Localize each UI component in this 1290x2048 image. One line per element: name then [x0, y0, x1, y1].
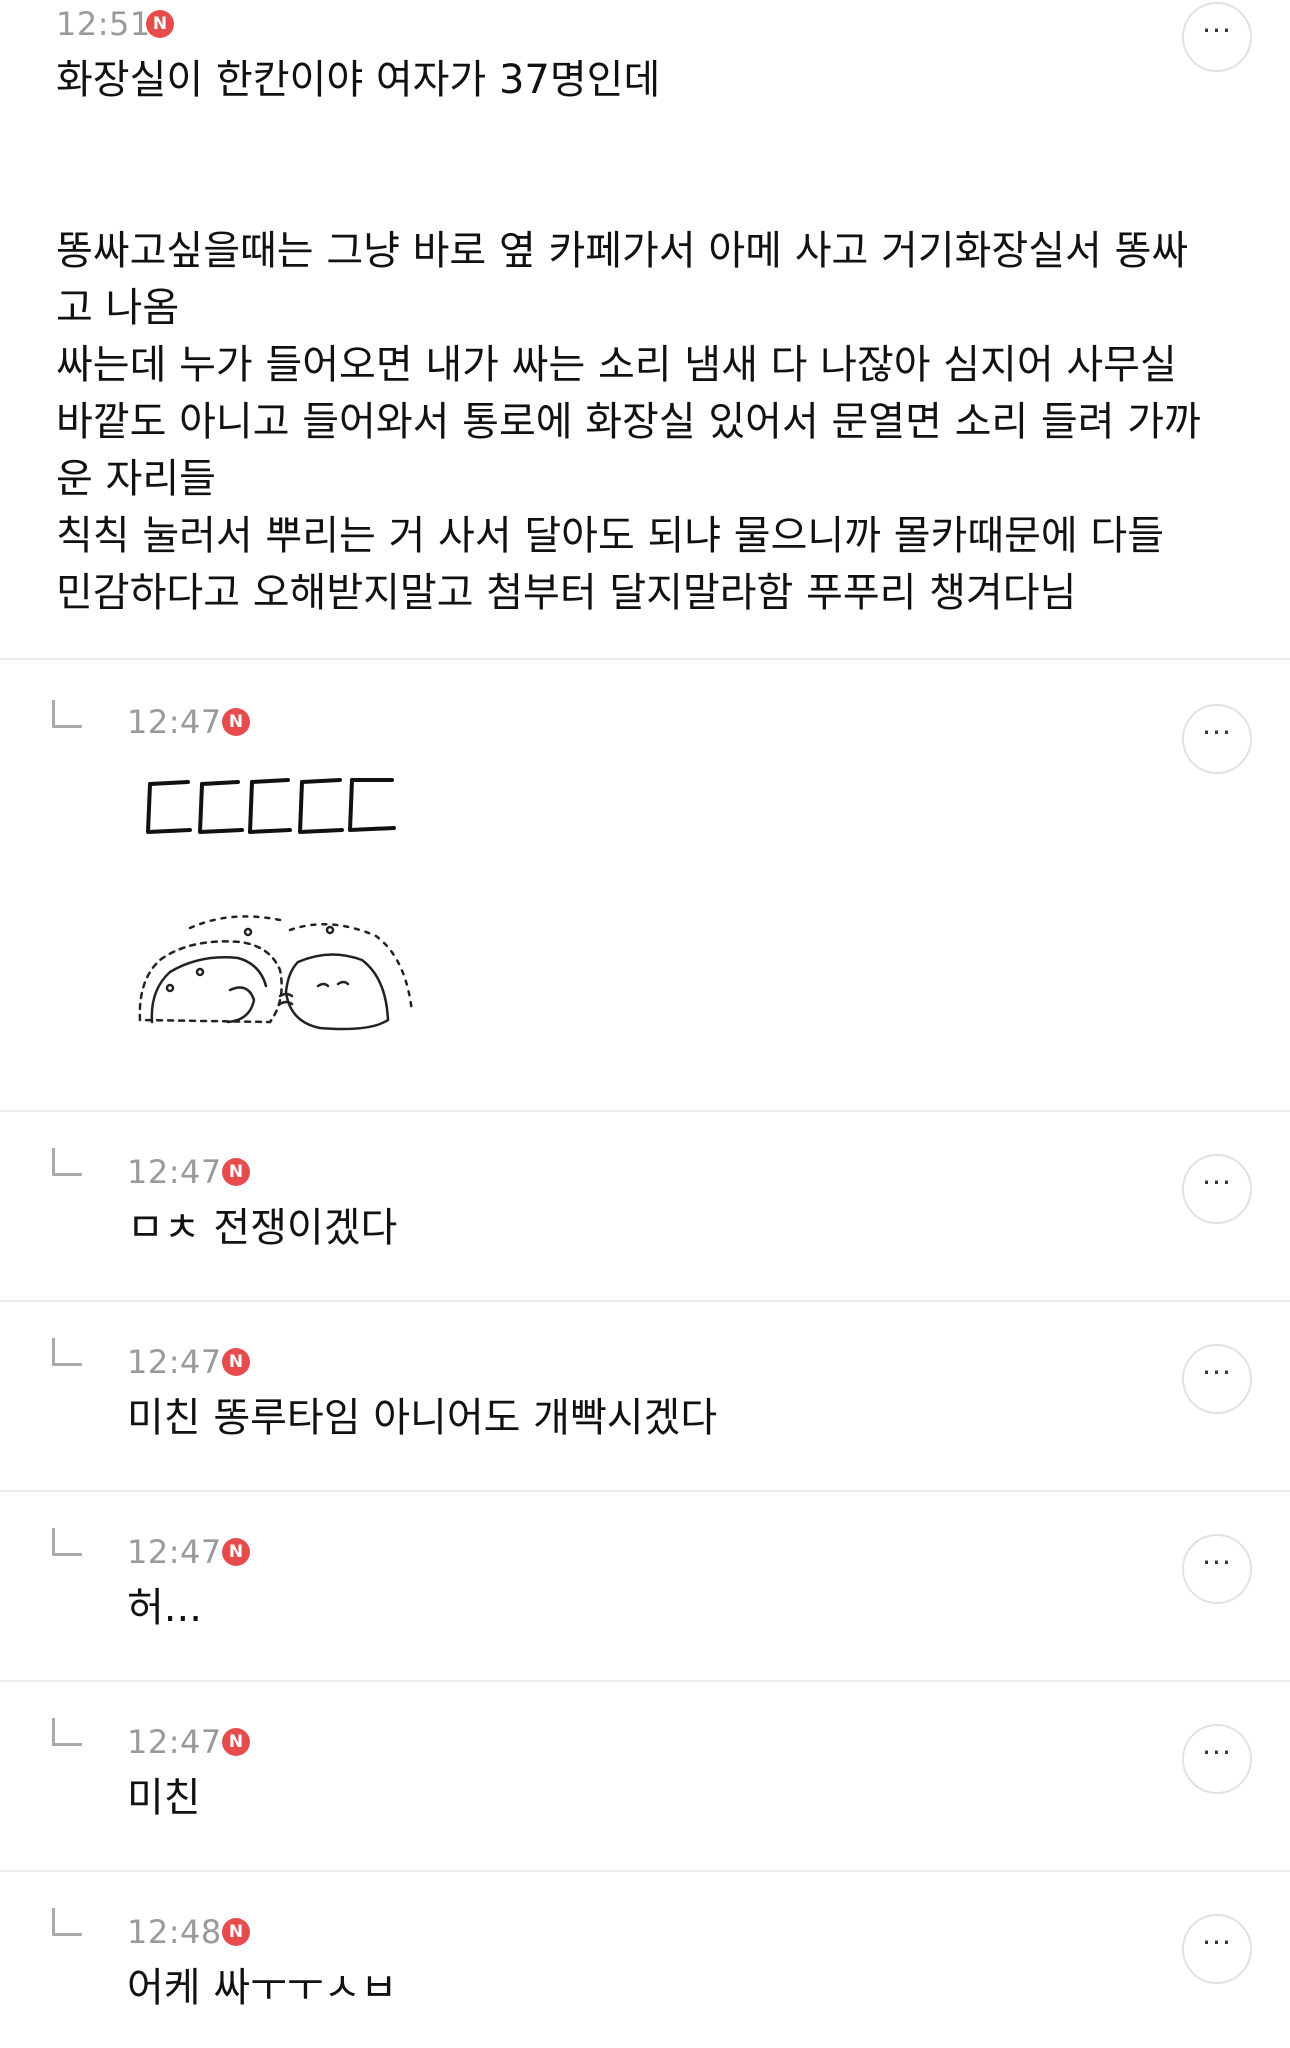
- reply-body: 미친 똥루타임 아니어도 개빡시겠다: [127, 1395, 718, 1441]
- new-badge-icon: N: [222, 1918, 250, 1946]
- more-dots-icon: ···: [1202, 14, 1232, 47]
- new-badge-icon: N: [222, 1728, 250, 1756]
- reply-time: 12:47: [127, 1533, 222, 1571]
- more-options-button[interactable]: ···: [1182, 1154, 1252, 1224]
- new-badge-icon: N: [222, 1348, 250, 1376]
- reply-body: ㅁㅊ 전쟁이겠다: [127, 1205, 398, 1251]
- reply-body: 어케 싸ㅜㅜㅅㅂ: [127, 1965, 398, 2011]
- reply-comment: 12:47 N ···: [0, 660, 1290, 1112]
- reply-time: 12:48: [127, 1913, 222, 1951]
- reply-time: 12:47: [127, 1723, 222, 1761]
- more-options-button[interactable]: ···: [1182, 1914, 1252, 1984]
- more-options-button[interactable]: ···: [1182, 704, 1252, 774]
- reply-arrow-icon: [52, 700, 82, 728]
- more-options-button[interactable]: ···: [1182, 1724, 1252, 1794]
- more-dots-icon: ···: [1202, 1356, 1232, 1389]
- reply-time: 12:47: [127, 703, 222, 741]
- more-dots-icon: ···: [1202, 716, 1232, 749]
- sticker-svg: [138, 778, 414, 1031]
- main-comment: 12:51 N ··· 화장실이 한칸이야 여자가 37명인데 똥싸고싶을때는 …: [0, 0, 1290, 660]
- reply-comment: 12:47 N ··· 미친 똥루타임 아니어도 개빡시겠다: [0, 1302, 1290, 1492]
- reply-arrow-icon: [52, 1148, 82, 1176]
- reply-arrow-icon: [52, 1718, 82, 1746]
- new-badge-icon: N: [146, 10, 174, 38]
- reply-time: 12:47: [127, 1343, 222, 1381]
- new-badge-icon: N: [222, 708, 250, 736]
- reply-comment: 12:47 N ··· 허...: [0, 1492, 1290, 1682]
- more-dots-icon: ···: [1202, 1546, 1232, 1579]
- reply-body: 미친: [127, 1775, 201, 1821]
- reply-arrow-icon: [52, 1908, 82, 1936]
- more-dots-icon: ···: [1202, 1926, 1232, 1959]
- comment-time: 12:51: [56, 5, 151, 43]
- reply-body: 허...: [127, 1585, 202, 1631]
- more-options-button[interactable]: ···: [1182, 1534, 1252, 1604]
- comment-body: 화장실이 한칸이야 여자가 37명인데 똥싸고싶을때는 그냥 바로 옆 카페가서…: [56, 57, 1201, 616]
- new-badge-icon: N: [222, 1538, 250, 1566]
- more-options-button[interactable]: ···: [1182, 1344, 1252, 1414]
- sticker-hamsters: [138, 915, 414, 1031]
- more-dots-icon: ···: [1202, 1166, 1232, 1199]
- sticker-lettering: [146, 778, 396, 834]
- reply-comment: 12:47 N ··· 미친: [0, 1682, 1290, 1872]
- new-badge-icon: N: [222, 1158, 250, 1186]
- reply-comment: 12:48 N ··· 어케 싸ㅜㅜㅅㅂ: [0, 1872, 1290, 2048]
- reply-comment: 12:47 N ··· ㅁㅊ 전쟁이겠다: [0, 1112, 1290, 1302]
- reply-time: 12:47: [127, 1153, 222, 1191]
- reply-arrow-icon: [52, 1528, 82, 1556]
- reply-arrow-icon: [52, 1338, 82, 1366]
- more-dots-icon: ···: [1202, 1736, 1232, 1769]
- sticker-image: [130, 760, 430, 1054]
